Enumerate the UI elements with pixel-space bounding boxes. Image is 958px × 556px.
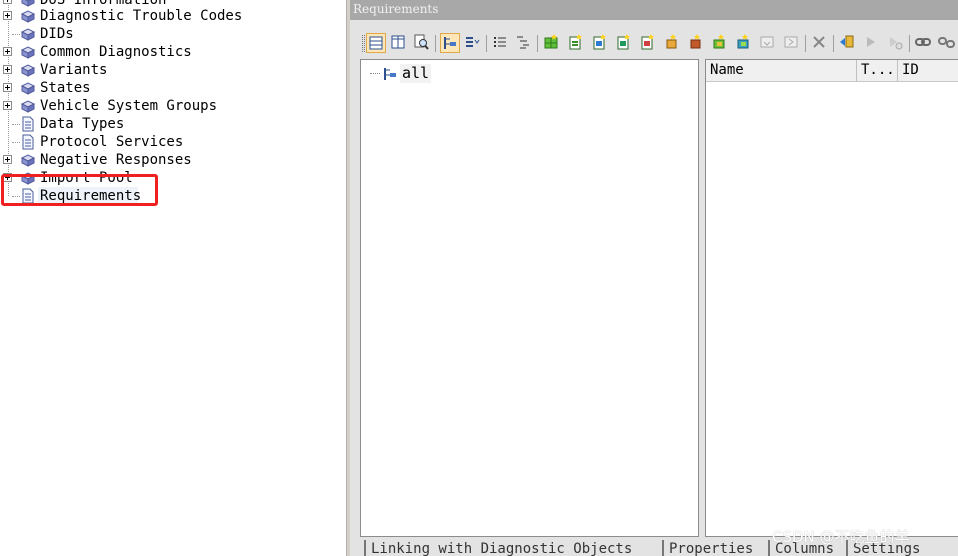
tree-branch-line bbox=[12, 34, 20, 35]
expand-toggle[interactable] bbox=[3, 83, 12, 92]
forward-disabled-icon[interactable] bbox=[886, 33, 906, 53]
new-doc-2-icon[interactable] bbox=[590, 33, 610, 53]
find-icon[interactable] bbox=[412, 33, 432, 53]
toolbar-separator bbox=[833, 35, 834, 52]
cube-folder-icon bbox=[20, 82, 36, 95]
object-tree-pane: DoS Information Diagnostic Trouble Codes… bbox=[0, 0, 346, 556]
tree-item-dids[interactable]: DIDs bbox=[0, 25, 300, 43]
tree-structure-icon bbox=[384, 68, 396, 80]
forward-icon[interactable] bbox=[862, 33, 882, 53]
outline-icon[interactable] bbox=[514, 33, 534, 53]
new-star-1-icon[interactable] bbox=[662, 33, 682, 53]
column-header-name[interactable]: Name bbox=[706, 60, 857, 81]
expand-toggle[interactable] bbox=[3, 47, 12, 56]
list-header: Name T... ID bbox=[706, 60, 958, 82]
tree-item-label: States bbox=[40, 80, 91, 96]
view-rows-icon[interactable] bbox=[366, 33, 386, 53]
requirement-list[interactable]: Name T... ID bbox=[705, 59, 958, 537]
cube-folder-icon bbox=[20, 64, 36, 77]
tree-item-label: Variants bbox=[40, 62, 108, 78]
tree-item-vehicle-system-groups[interactable]: Vehicle System Groups bbox=[0, 97, 300, 115]
watermark: CSDN @不吃鱼的羊 bbox=[772, 528, 910, 546]
new-star-3-icon[interactable] bbox=[710, 33, 730, 53]
tree-item-protocol-services[interactable]: Protocol Services bbox=[0, 133, 300, 151]
panel-title: Requirements bbox=[350, 0, 958, 20]
tree-root-all[interactable]: all bbox=[400, 64, 432, 83]
annotation-highlight-box bbox=[1, 174, 158, 206]
document-icon bbox=[22, 134, 34, 150]
export-icon[interactable] bbox=[782, 33, 802, 53]
tree-item-label: Negative Responses bbox=[40, 152, 192, 168]
cube-folder-icon bbox=[20, 10, 36, 23]
tree-item-label: Data Types bbox=[40, 116, 125, 132]
tree-branch-line bbox=[12, 124, 20, 125]
add-grid-icon[interactable] bbox=[542, 33, 562, 53]
tree-item-diagnostic-trouble-codes[interactable]: Diagnostic Trouble Codes bbox=[0, 7, 300, 25]
cube-folder-icon bbox=[20, 154, 36, 167]
tree-branch-line bbox=[370, 73, 380, 74]
cube-folder-icon bbox=[20, 46, 36, 59]
link-icon[interactable] bbox=[838, 33, 858, 53]
requirements-toolbar bbox=[360, 32, 958, 56]
requirements-panel: Requirements all Name T... ID Linking wi… bbox=[350, 0, 958, 556]
document-icon bbox=[22, 116, 34, 132]
import-icon[interactable] bbox=[758, 33, 778, 53]
new-star-2-icon[interactable] bbox=[686, 33, 706, 53]
new-doc-4-icon[interactable] bbox=[638, 33, 658, 53]
expand-all-icon[interactable] bbox=[463, 33, 483, 53]
tree-branch-line bbox=[12, 142, 20, 143]
expand-toggle[interactable] bbox=[3, 101, 12, 110]
chain-icon[interactable] bbox=[914, 33, 934, 53]
cube-folder-icon bbox=[20, 100, 36, 113]
list-icon[interactable] bbox=[491, 33, 511, 53]
requirement-tree-view[interactable]: all bbox=[360, 59, 699, 537]
expand-toggle[interactable] bbox=[3, 155, 12, 164]
tab-linking-with-diagnostic-objects[interactable]: Linking with Diagnostic Objects bbox=[364, 540, 632, 556]
tree-item-label: Vehicle System Groups bbox=[40, 98, 218, 114]
toolbar-grip[interactable] bbox=[362, 35, 365, 52]
tree-item-common-diagnostics[interactable]: Common Diagnostics bbox=[0, 43, 300, 61]
new-star-4-icon[interactable] bbox=[734, 33, 754, 53]
tree-item-label: Protocol Services bbox=[40, 134, 184, 150]
expand-toggle[interactable] bbox=[3, 65, 12, 74]
toolbar-separator bbox=[805, 35, 806, 52]
column-header-id[interactable]: ID bbox=[898, 60, 958, 81]
tree-item-negative-responses[interactable]: Negative Responses bbox=[0, 151, 300, 169]
tab-properties[interactable]: Properties bbox=[662, 540, 753, 556]
unlink-icon[interactable] bbox=[937, 33, 957, 53]
delete-icon[interactable] bbox=[810, 33, 830, 53]
expand-toggle[interactable] bbox=[3, 0, 12, 4]
cube-folder-icon bbox=[20, 28, 36, 41]
tree-item-label: Diagnostic Trouble Codes bbox=[40, 8, 243, 24]
toolbar-separator bbox=[537, 35, 538, 52]
tree-item-label: DIDs bbox=[40, 26, 74, 42]
tree-item-variants[interactable]: Variants bbox=[0, 61, 300, 79]
toolbar-separator bbox=[909, 35, 910, 52]
view-columns-icon[interactable] bbox=[389, 33, 409, 53]
column-header-type[interactable]: T... bbox=[857, 60, 898, 81]
new-doc-3-icon[interactable] bbox=[614, 33, 634, 53]
toolbar-separator bbox=[435, 35, 436, 52]
new-doc-1-icon[interactable] bbox=[566, 33, 586, 53]
tree-item-data-types[interactable]: Data Types bbox=[0, 115, 300, 133]
tree-item-label: Common Diagnostics bbox=[40, 44, 192, 60]
tree-view-icon[interactable] bbox=[440, 33, 460, 53]
tree-item-states[interactable]: States bbox=[0, 79, 300, 97]
toolbar-separator bbox=[486, 35, 487, 52]
expand-toggle[interactable] bbox=[3, 11, 12, 20]
